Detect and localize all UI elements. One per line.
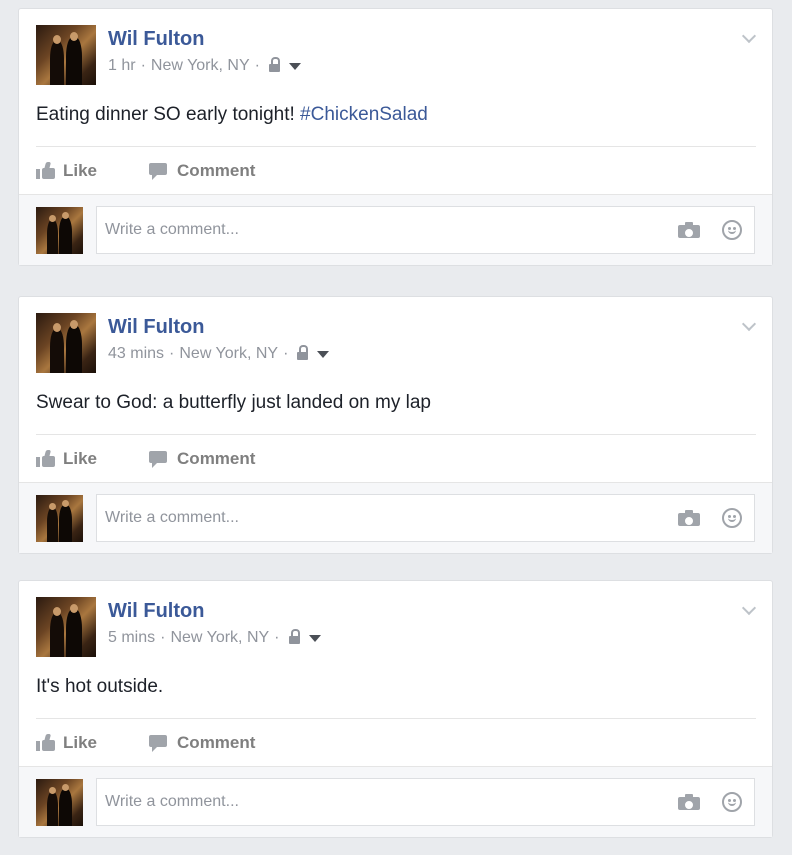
comment-input-box[interactable] [96,778,755,826]
lock-icon[interactable] [268,56,280,72]
avatar[interactable] [36,25,96,85]
like-button[interactable]: Like [36,449,97,469]
like-button[interactable]: Like [36,733,97,753]
post-card: Wil Fulton 5 mins · New York, NY · It's … [18,580,773,838]
meta-separator: · [140,57,146,74]
comment-input[interactable] [105,221,678,239]
post-text: It's hot outside. [36,676,756,698]
like-button[interactable]: Like [36,161,97,181]
lock-icon[interactable] [297,344,309,360]
author-name-link[interactable]: Wil Fulton [108,28,301,51]
post-text-body: It's hot outside. [36,676,164,697]
like-label: Like [63,160,98,180]
commenter-avatar[interactable] [36,206,83,254]
like-label: Like [63,732,98,752]
comment-input[interactable] [105,793,678,811]
post-actions: Like Comment [36,719,756,766]
post-timestamp[interactable]: 1 hr [108,57,136,75]
comment-label: Comment [177,732,256,752]
comment-bubble-icon [149,450,168,468]
comment-label: Comment [177,448,256,468]
caret-down-icon[interactable] [288,62,301,70]
post-location[interactable]: New York, NY [151,57,250,75]
post-timestamp[interactable]: 43 mins [108,345,164,363]
post-actions: Like Comment [36,147,756,194]
post-meta: 1 hr · New York, NY · [108,56,301,75]
thumbs-up-icon [36,162,55,179]
avatar[interactable] [36,313,96,373]
post-header: Wil Fulton 1 hr · New York, NY · [36,25,756,85]
caret-down-icon[interactable] [308,634,321,642]
post-meta: 5 mins · New York, NY · [108,628,321,647]
comment-button[interactable]: Comment [149,449,255,469]
meta-separator: · [169,345,175,362]
post-text: Swear to God: a butterfly just landed on… [36,392,756,414]
post-card: Wil Fulton 1 hr · New York, NY · Eating … [18,8,773,266]
meta-separator: · [160,629,166,646]
camera-icon[interactable] [678,510,700,526]
post-body: Wil Fulton 5 mins · New York, NY · It's … [19,581,772,766]
post-header: Wil Fulton 5 mins · New York, NY · [36,597,756,657]
post-card: Wil Fulton 43 mins · New York, NY · Swea… [18,296,773,554]
avatar[interactable] [36,597,96,657]
comment-input-box[interactable] [96,206,755,254]
post-text: Eating dinner SO early tonight! #Chicken… [36,104,756,126]
comment-composer [19,766,772,837]
comment-input-box[interactable] [96,494,755,542]
comment-button[interactable]: Comment [149,161,255,181]
smiley-icon[interactable] [722,792,742,812]
comment-composer [19,194,772,265]
post-meta: 43 mins · New York, NY · [108,344,330,363]
smiley-icon[interactable] [722,220,742,240]
post-header-text: Wil Fulton 1 hr · New York, NY · [108,25,301,75]
post-text-body: Swear to God: a butterfly just landed on… [36,392,431,413]
hashtag-link[interactable]: #ChickenSalad [300,104,428,125]
post-body: Wil Fulton 43 mins · New York, NY · Swea… [19,297,772,482]
author-name-link[interactable]: Wil Fulton [108,600,321,623]
camera-icon[interactable] [678,794,700,810]
post-body: Wil Fulton 1 hr · New York, NY · Eating … [19,9,772,194]
commenter-avatar[interactable] [36,778,83,826]
author-name-link[interactable]: Wil Fulton [108,316,329,339]
meta-separator: · [283,345,289,362]
commenter-avatar[interactable] [36,494,83,542]
post-header: Wil Fulton 43 mins · New York, NY · [36,313,756,373]
camera-icon[interactable] [678,222,700,238]
meta-separator: · [254,57,260,74]
meta-separator: · [274,629,280,646]
post-timestamp[interactable]: 5 mins [108,629,155,647]
thumbs-up-icon [36,450,55,467]
comment-input[interactable] [105,509,678,527]
post-header-text: Wil Fulton 43 mins · New York, NY · [108,313,330,363]
comment-composer [19,482,772,553]
caret-down-icon[interactable] [317,350,330,358]
comment-bubble-icon [149,734,168,752]
thumbs-up-icon [36,734,55,751]
post-header-text: Wil Fulton 5 mins · New York, NY · [108,597,321,647]
lock-icon[interactable] [288,628,300,644]
post-text-body: Eating dinner SO early tonight! [36,104,301,125]
post-location[interactable]: New York, NY [170,629,269,647]
comment-button[interactable]: Comment [149,733,255,753]
comment-bubble-icon [149,162,168,180]
post-location[interactable]: New York, NY [179,345,278,363]
post-actions: Like Comment [36,435,756,482]
like-label: Like [63,448,98,468]
smiley-icon[interactable] [722,508,742,528]
comment-label: Comment [177,160,256,180]
